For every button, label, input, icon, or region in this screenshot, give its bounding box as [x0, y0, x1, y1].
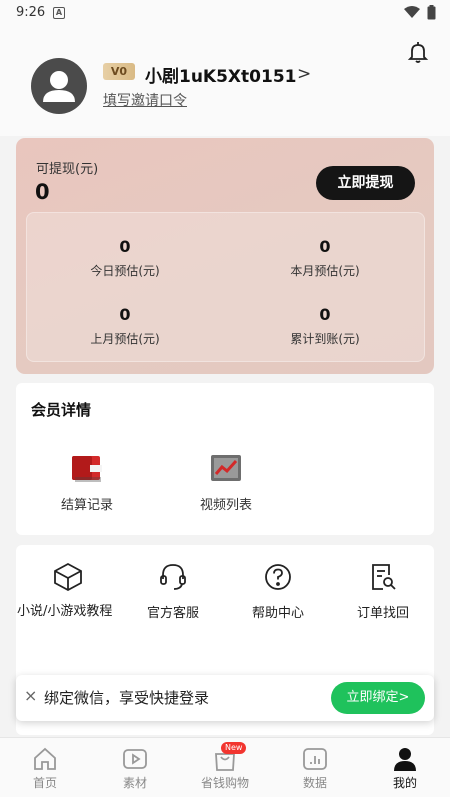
headset-icon: [160, 564, 186, 590]
user-icon: [394, 748, 416, 771]
status-bar: [0, 0, 450, 26]
order-recovery-item[interactable]: 订单找回: [331, 560, 435, 621]
stat-label: 今日预估(元): [90, 264, 160, 278]
stat-total-received: 0 累计到账(元): [225, 305, 425, 347]
tab-data[interactable]: 数据: [270, 742, 360, 791]
invite-code-link[interactable]: 填写邀请口令: [103, 90, 187, 110]
help-icon: [265, 564, 291, 590]
avatar-placeholder-icon: [43, 71, 75, 102]
tab-data-label: 数据: [302, 776, 327, 790]
stat-value: 0: [319, 305, 331, 324]
tab-home-label: 首页: [32, 776, 57, 790]
wifi-icon: [404, 6, 420, 18]
wechat-bind-button[interactable]: 立即绑定>: [331, 682, 425, 714]
tab-materials[interactable]: 素材: [90, 742, 180, 791]
stat-today: 0 今日预估(元): [25, 237, 225, 279]
video-list-item[interactable]: 视频列表: [171, 452, 281, 513]
notification-icon: A: [53, 7, 65, 19]
settlement-records-item[interactable]: 结算记录: [32, 452, 142, 513]
novel-game-tutorial-item[interactable]: 小说/小游戏教程: [16, 560, 120, 621]
stat-value: 0: [119, 237, 131, 256]
data-icon: [303, 748, 327, 770]
member-details-title: 会员详情: [31, 401, 92, 419]
stat-label: 本月预估(元): [290, 264, 360, 278]
new-badge: New: [221, 742, 247, 754]
bell-icon[interactable]: [406, 40, 430, 64]
play-icon: [123, 749, 147, 769]
withdrawable-amount: 0: [35, 180, 50, 204]
tab-mine[interactable]: 我的: [360, 742, 450, 791]
cube-icon: [54, 562, 82, 592]
customer-service-label: 官方客服: [146, 606, 199, 621]
novel-game-tutorial-label: 小说/小游戏教程: [17, 604, 113, 619]
help-center-item[interactable]: 帮助中心: [226, 560, 330, 621]
customer-service-item[interactable]: 官方客服: [121, 560, 225, 621]
stat-value: 0: [319, 237, 331, 256]
stat-this-month: 0 本月预估(元): [225, 237, 425, 279]
stat-label: 上月预估(元): [90, 332, 160, 346]
video-list-label: 视频列表: [199, 498, 252, 513]
avatar[interactable]: [31, 58, 87, 114]
stat-value: 0: [119, 305, 131, 324]
profile-chevron-icon[interactable]: >: [297, 64, 311, 84]
chart-icon: [211, 455, 241, 481]
settlement-records-label: 结算记录: [60, 498, 113, 513]
tab-shopping-label: 省钱购物: [200, 776, 249, 790]
stat-last-month: 0 上月预估(元): [25, 305, 225, 347]
home-icon: [34, 747, 56, 770]
battery-icon: [427, 5, 436, 20]
tab-materials-label: 素材: [122, 776, 147, 790]
stat-label: 累计到账(元): [290, 332, 360, 346]
tab-mine-label: 我的: [392, 776, 417, 790]
withdrawable-label: 可提现(元): [36, 162, 99, 177]
order-search-icon: [372, 564, 396, 590]
order-recovery-label: 订单找回: [356, 606, 409, 621]
wechat-bind-text: 绑定微信，享受快捷登录: [44, 689, 210, 707]
tab-home[interactable]: 首页: [0, 742, 90, 791]
wallet-icon: [72, 456, 102, 482]
username[interactable]: 小剧1uK5Xt0151: [145, 62, 296, 87]
help-center-label: 帮助中心: [251, 606, 304, 621]
status-time: 9:26: [16, 5, 46, 20]
withdraw-button[interactable]: 立即提现: [316, 166, 415, 200]
close-icon[interactable]: ×: [24, 686, 37, 705]
vip-level-badge: V0: [103, 63, 135, 80]
